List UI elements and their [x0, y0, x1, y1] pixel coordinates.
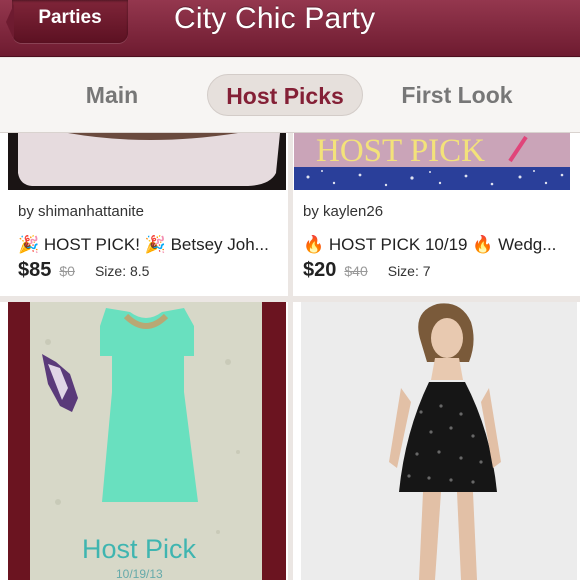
price-row: $20 $40 Size: 7 — [303, 259, 431, 282]
host-pick-overlay-text: Host Pick — [82, 534, 197, 564]
party-icon: 🎉 — [18, 235, 40, 254]
listing-image[interactable] — [301, 302, 577, 580]
listing-image[interactable]: HOST PICK — [294, 133, 570, 190]
listing-title-suffix: 🎉 Betsey Joh... — [144, 235, 269, 254]
listing-card[interactable] — [293, 302, 580, 580]
back-button[interactable]: Parties — [6, 0, 128, 43]
listing-image[interactable]: Host Pick 10/19/13 — [8, 302, 286, 580]
tab-bar: Main Host Picks First Look — [0, 58, 580, 133]
original-price: $0 — [59, 263, 75, 279]
listing-title[interactable]: 🎉 HOST PICK! 🎉 Betsey Joh... — [18, 235, 280, 255]
seller-name[interactable]: by kaylen26 — [303, 203, 383, 220]
listing-card[interactable]: HOST PICK by kaylen26 🔥 HOST PICK 10/19 … — [293, 133, 580, 296]
price: $20 — [303, 259, 337, 281]
listing-image[interactable] — [8, 133, 286, 190]
price-row: $85 $0 Size: 8.5 — [18, 259, 149, 282]
listing-card[interactable]: by shimanhattanite 🎉 HOST PICK! 🎉 Betsey… — [0, 133, 288, 296]
tab-first-look[interactable]: First Look — [392, 74, 522, 116]
size-label: Size: 7 — [387, 263, 431, 279]
listing-title-text: HOST PICK! — [43, 235, 140, 254]
listing-card[interactable]: Host Pick 10/19/13 — [0, 302, 288, 580]
listing-title[interactable]: 🔥 HOST PICK 10/19 🔥 Wedg... — [303, 235, 571, 255]
page-title: City Chic Party — [174, 2, 376, 35]
host-pick-overlay-text: HOST PICK — [316, 133, 485, 169]
host-pick-date-text: 10/19/13 — [116, 567, 163, 580]
tab-main[interactable]: Main — [72, 74, 152, 116]
seller-name[interactable]: by shimanhattanite — [18, 203, 144, 220]
fire-icon: 🔥 — [303, 235, 325, 254]
listing-title-suffix: 🔥 Wedg... — [472, 235, 557, 254]
tab-host-picks[interactable]: Host Picks — [207, 74, 363, 116]
original-price: $40 — [344, 263, 368, 279]
size-label: Size: 8.5 — [94, 263, 150, 279]
listing-title-text: HOST PICK 10/19 — [328, 235, 468, 254]
nav-header: Parties City Chic Party — [0, 0, 580, 57]
price: $85 — [18, 259, 52, 281]
